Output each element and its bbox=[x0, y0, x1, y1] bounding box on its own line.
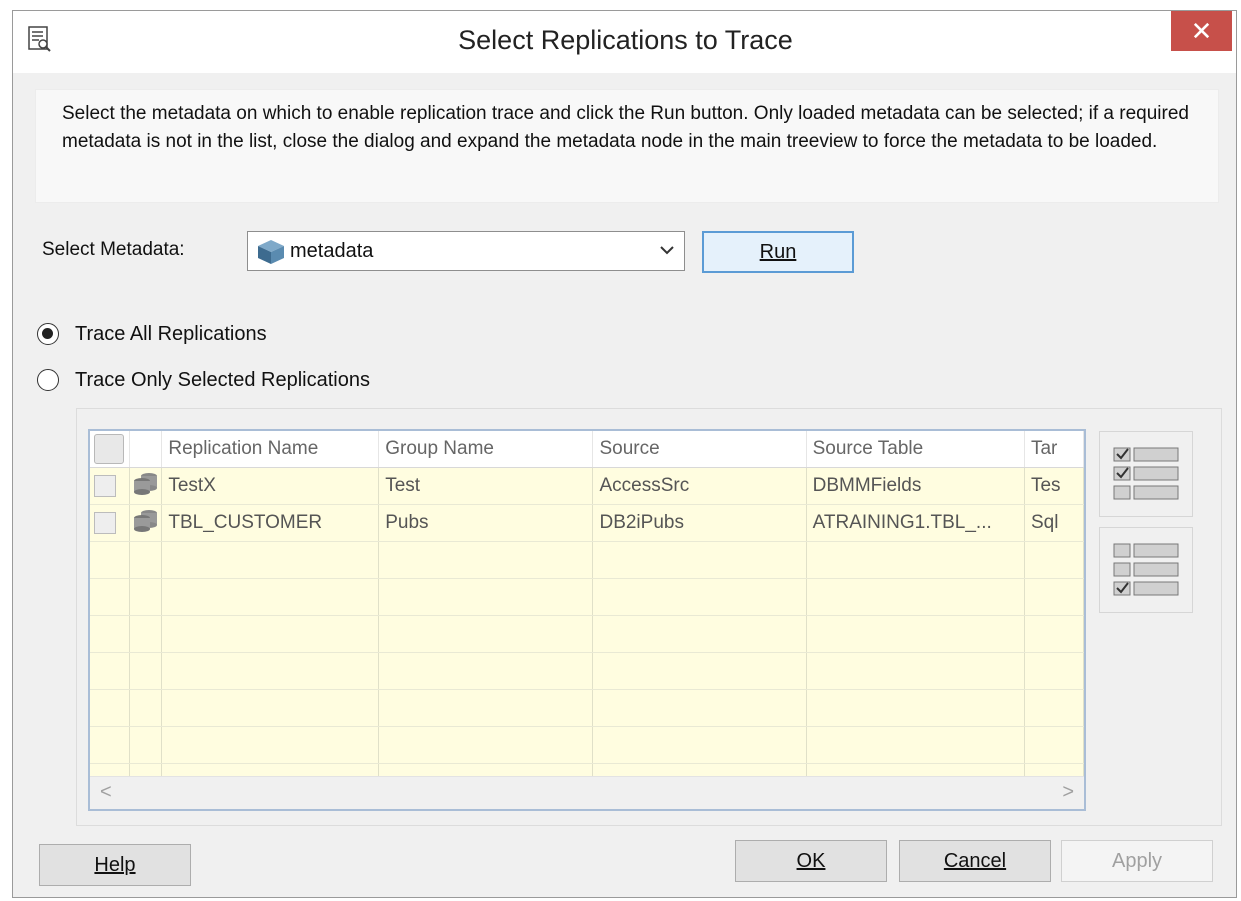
cell-replication-name: TestX bbox=[161, 467, 380, 505]
empty-row bbox=[90, 578, 1084, 616]
title-bar: Select Replications to Trace ✕ bbox=[13, 11, 1236, 73]
trace-all-radio[interactable] bbox=[37, 323, 59, 345]
empty-row bbox=[90, 541, 1084, 579]
cell-source: AccessSrc bbox=[592, 467, 807, 505]
select-none-icon bbox=[1113, 543, 1179, 596]
cell-source-table: DBMMFields bbox=[806, 467, 1025, 505]
column-header-replication-name[interactable]: Replication Name bbox=[161, 431, 380, 468]
cell-source-table: ATRAINING1.TBL_... bbox=[806, 504, 1025, 542]
database-icon bbox=[134, 510, 158, 532]
column-header-source[interactable]: Source bbox=[592, 431, 807, 468]
cancel-button[interactable]: Cancel bbox=[899, 840, 1051, 882]
header-select-all-cell[interactable] bbox=[90, 431, 131, 468]
apply-button[interactable]: Apply bbox=[1061, 840, 1213, 882]
scroll-left-arrow[interactable]: < bbox=[100, 781, 112, 804]
help-button[interactable]: Help bbox=[39, 844, 191, 886]
info-text: Select the metadata on which to enable r… bbox=[35, 89, 1219, 203]
header-icon-cell bbox=[129, 431, 163, 468]
select-metadata-label: Select Metadata: bbox=[42, 239, 185, 260]
dialog-window: Select Replications to Trace ✕ Select th… bbox=[12, 10, 1237, 898]
empty-row bbox=[90, 689, 1084, 727]
select-none-button[interactable] bbox=[1099, 527, 1193, 613]
cell-source: DB2iPubs bbox=[592, 504, 807, 542]
row-icon-cell bbox=[129, 504, 163, 542]
cell-replication-name: TBL_CUSTOMER bbox=[161, 504, 380, 542]
scroll-right-arrow[interactable]: > bbox=[1062, 781, 1074, 804]
select-all-button[interactable] bbox=[1099, 431, 1193, 517]
cell-group-name: Pubs bbox=[378, 504, 594, 542]
trace-selected-option[interactable]: Trace Only Selected Replications bbox=[37, 366, 370, 394]
trace-all-option[interactable]: Trace All Replications bbox=[37, 320, 267, 348]
ok-button[interactable]: OK bbox=[735, 840, 887, 882]
cell-target: Sql bbox=[1024, 504, 1084, 542]
grid-header-row: Replication Name Group Name Source Sourc… bbox=[90, 431, 1084, 468]
chevron-down-icon[interactable] bbox=[658, 241, 676, 259]
cancel-button-label: Cancel bbox=[943, 850, 1007, 872]
metadata-value: metadata bbox=[290, 240, 374, 262]
database-icon bbox=[134, 473, 158, 495]
row-icon-cell bbox=[129, 467, 163, 505]
metadata-combobox[interactable]: metadata bbox=[247, 231, 685, 271]
trace-selected-label: Trace Only Selected Replications bbox=[75, 368, 370, 391]
help-button-label: Help bbox=[94, 854, 136, 876]
row-checkbox-cell[interactable] bbox=[90, 504, 131, 542]
window-title: Select Replications to Trace bbox=[458, 25, 793, 55]
empty-row bbox=[90, 726, 1084, 764]
column-header-source-table[interactable]: Source Table bbox=[806, 431, 1025, 468]
horizontal-scrollbar[interactable]: < > bbox=[90, 776, 1084, 809]
table-row[interactable]: TBL_CUSTOMER Pubs DB2iPubs ATRAINING1.TB… bbox=[90, 504, 1084, 542]
close-button[interactable]: ✕ bbox=[1171, 11, 1232, 51]
header-checkbox[interactable] bbox=[94, 434, 124, 464]
empty-row bbox=[90, 615, 1084, 653]
row-checkbox-cell[interactable] bbox=[90, 467, 131, 505]
column-header-target[interactable]: Tar bbox=[1024, 431, 1084, 468]
cell-group-name: Test bbox=[378, 467, 594, 505]
ok-button-label: OK bbox=[796, 850, 826, 872]
select-all-icon bbox=[1113, 447, 1179, 500]
trace-selected-radio[interactable] bbox=[37, 369, 59, 391]
empty-row bbox=[90, 652, 1084, 690]
cell-target: Tes bbox=[1024, 467, 1084, 505]
column-header-group-name[interactable]: Group Name bbox=[378, 431, 594, 468]
cube-icon bbox=[258, 240, 284, 264]
run-button[interactable]: Run bbox=[702, 231, 854, 273]
row-checkbox[interactable] bbox=[94, 511, 116, 534]
run-button-label: Run bbox=[759, 241, 797, 263]
apply-button-label: Apply bbox=[1111, 850, 1163, 872]
replications-grid[interactable]: Replication Name Group Name Source Sourc… bbox=[88, 429, 1086, 811]
table-row[interactable]: TestX Test AccessSrc DBMMFields Tes bbox=[90, 467, 1084, 505]
row-checkbox[interactable] bbox=[94, 474, 116, 497]
trace-all-label: Trace All Replications bbox=[75, 322, 267, 345]
